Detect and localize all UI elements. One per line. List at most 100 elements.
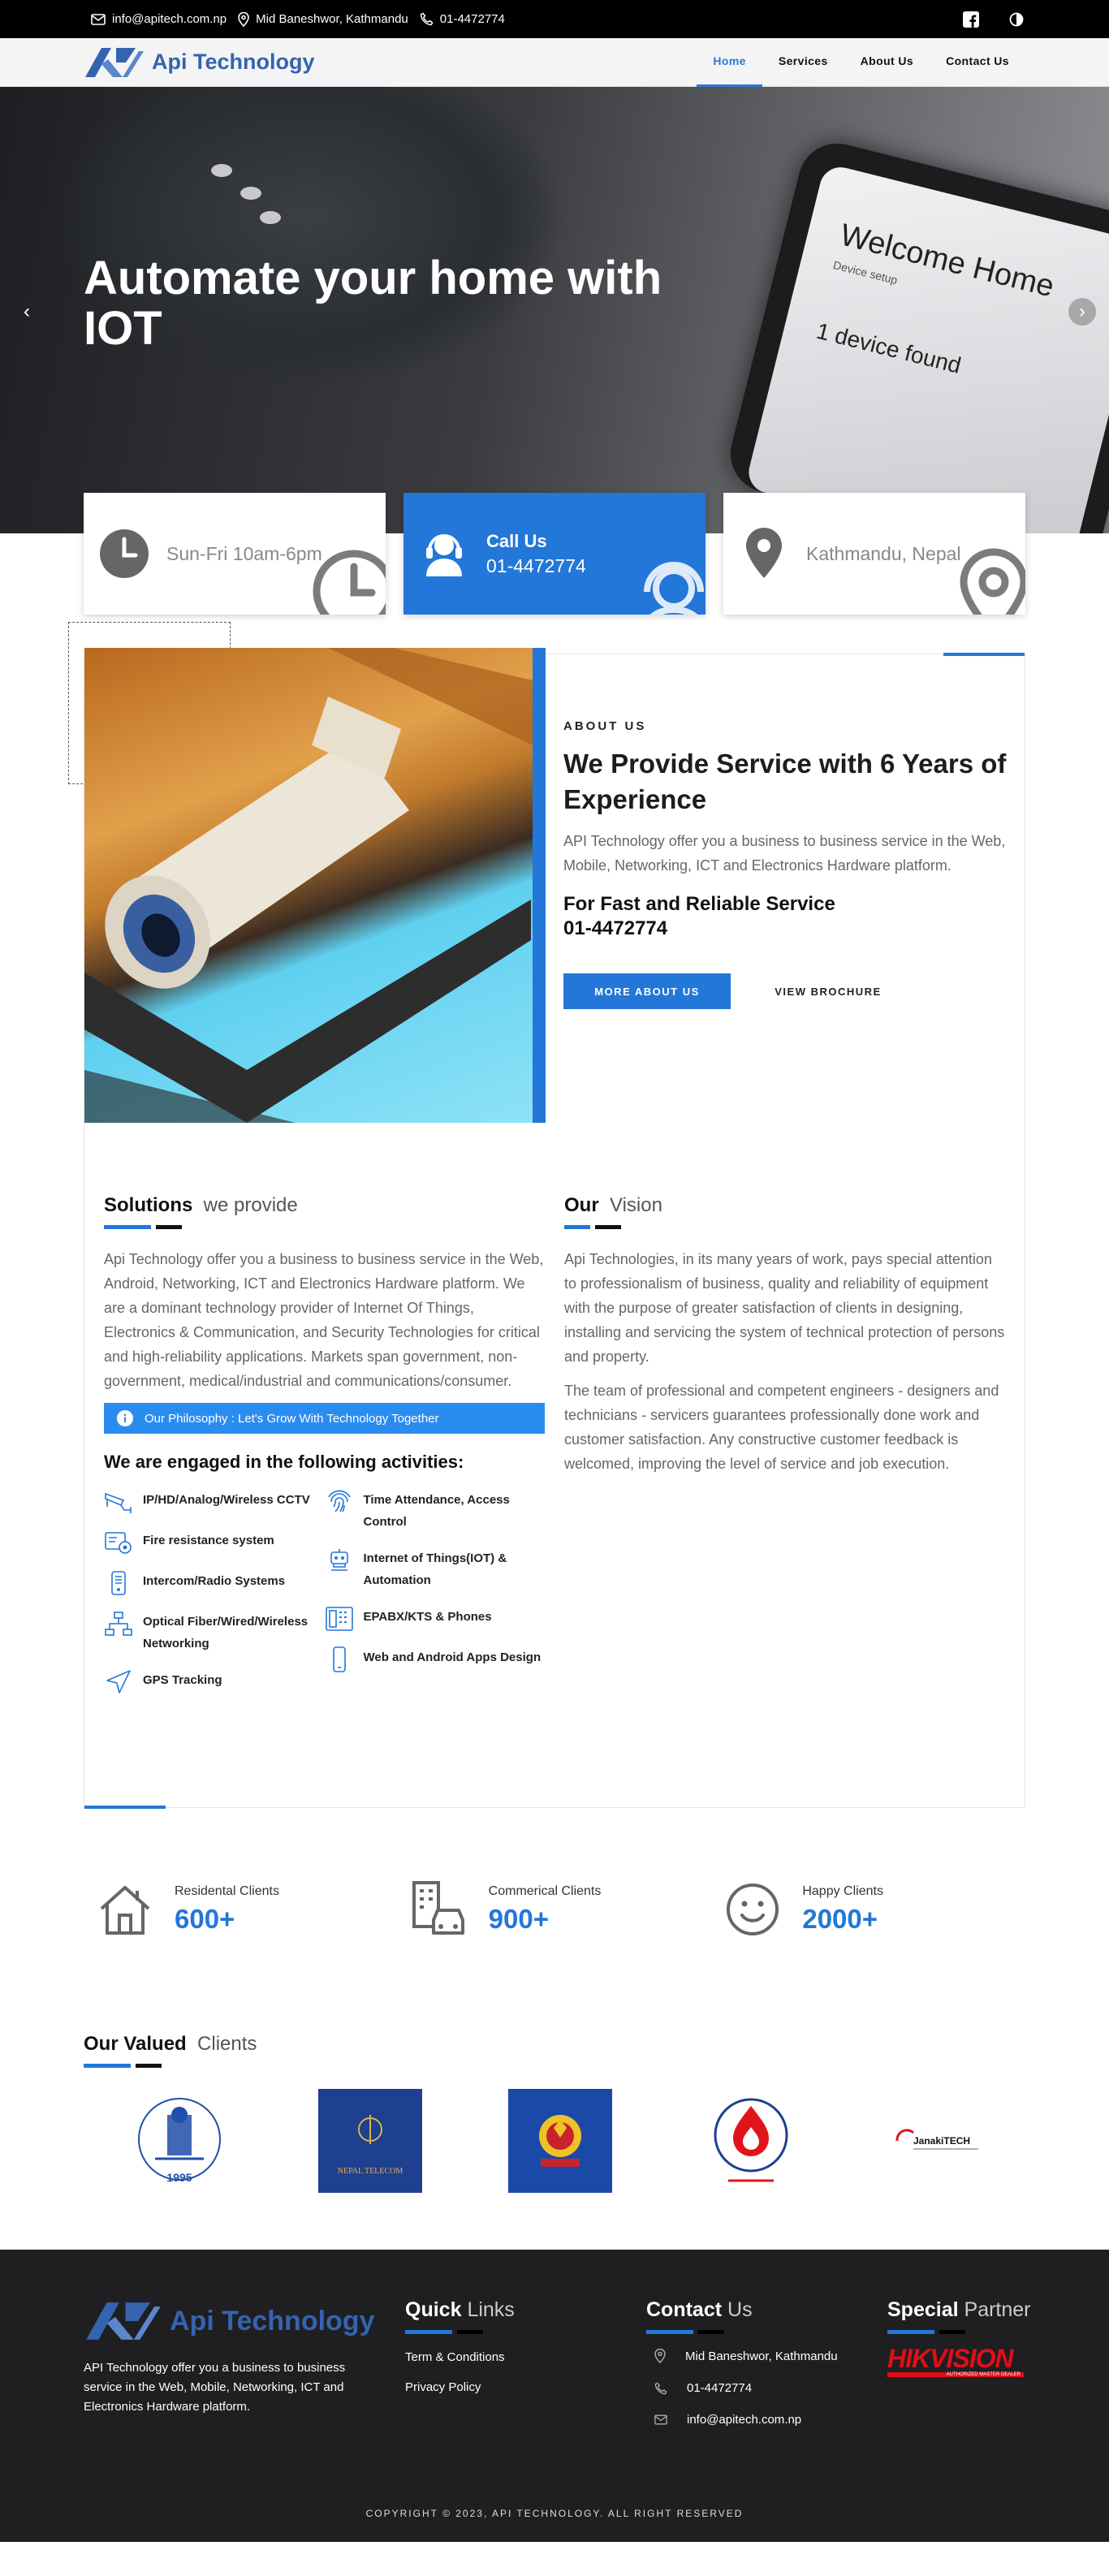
nepal-oil-logo (699, 2089, 803, 2193)
map-pin-icon (238, 11, 249, 27)
philosophy-banner: Our Philosophy : Let's Grow With Technol… (104, 1403, 545, 1434)
activities-right: Time Attendance, Access Control Internet… (325, 1489, 546, 1710)
nav-item-about[interactable]: About Us (844, 38, 930, 87)
topbar-address: Mid Baneshwor, Kathmandu (238, 11, 408, 27)
activity-item: Optical Fiber/Wired/Wireless Networking (104, 1611, 325, 1655)
hero-title: Automate your home with IOT (84, 252, 662, 355)
card-location: Kathmandu, Nepal (723, 493, 1025, 615)
contact-heading-bold: Contact (646, 2298, 723, 2321)
heading-underline (646, 2330, 887, 2334)
phone-icon (654, 2382, 667, 2394)
hero-phone-image: Welcome Home Device setup 1 device found (722, 135, 1109, 533)
nav-menu: Home Services About Us Contact Us (697, 38, 1025, 87)
about-reliable-phone: 01-4472774 (563, 917, 668, 939)
footer-link-terms[interactable]: Term & Conditions (405, 2350, 646, 2364)
map-pin-icon (746, 528, 782, 578)
activities-left: IP/HD/Analog/Wireless CCTV Fire resistan… (104, 1489, 325, 1710)
counter-value: 2000+ (802, 1904, 878, 1934)
phone-system-icon (325, 1607, 353, 1631)
solutions-heading: Solutions we provide (104, 1194, 545, 1217)
building-car-icon (412, 1881, 464, 1935)
site-footer: Api Technology API Technology offer you … (0, 2250, 1109, 2542)
clients-section: Our Valued Clients 1995 NEPAL TELECOM Ja… (0, 2033, 1109, 2193)
vision-heading-rest: Vision (610, 1194, 662, 1216)
about-bottom-accent (84, 1806, 166, 1809)
clients-heading-rest: Clients (197, 2033, 257, 2055)
nav-item-contact[interactable]: Contact Us (930, 38, 1025, 87)
activity-label: Fire resistance system (143, 1534, 274, 1547)
nav-item-home[interactable]: Home (697, 38, 762, 87)
phone-icon (420, 12, 434, 26)
vision-paragraph-2: The team of professional and competent e… (564, 1383, 999, 1472)
house-icon (100, 1886, 150, 1935)
activity-item: Internet of Things(IOT) & Automation (325, 1547, 546, 1591)
clients-heading: Our Valued Clients (84, 2033, 1025, 2056)
chevron-left-icon: ‹ (24, 300, 30, 322)
main-navbar: Api Technology Home Services About Us Co… (0, 38, 1109, 87)
counter-label: Happy Clients (802, 1884, 883, 1898)
slider-next-button[interactable]: › (1068, 298, 1096, 326)
pin-watermark-icon (960, 548, 1025, 615)
activity-label: EPABX/KTS & Phones (363, 1610, 492, 1624)
view-brochure-button[interactable]: VIEW BROCHURE (747, 973, 909, 1009)
footer-logo[interactable]: Api Technology (84, 2298, 405, 2344)
chevron-right-icon: › (1079, 300, 1085, 322)
about-eyebrow: ABOUT US (563, 719, 647, 733)
footer-link-privacy[interactable]: Privacy Policy (405, 2380, 646, 2394)
mail-icon (91, 13, 106, 25)
headset-icon (426, 534, 462, 576)
logo-text: JanakiTECH (913, 2135, 970, 2147)
network-icon (105, 1612, 132, 1636)
activity-item: GPS Tracking (104, 1669, 325, 1695)
clock-watermark-icon (313, 550, 386, 615)
heading-underline (84, 2064, 1025, 2068)
solutions-vision: Solutions we provide Api Technology offe… (104, 1194, 1005, 1710)
partner-heading-rest: Partner (964, 2298, 1031, 2321)
footer-email[interactable]: info@apitech.com.np (646, 2413, 887, 2427)
topbar-address-text: Mid Baneshwor, Kathmandu (256, 12, 408, 26)
cctv-icon (105, 1492, 132, 1513)
fingerprint-icon (327, 1490, 351, 1512)
heading-underline (104, 1225, 545, 1229)
stats-counters: Residental Clients 600+ Commerical Clien… (0, 1879, 1109, 1940)
headset-watermark-icon (644, 562, 704, 615)
heading-underline (887, 2330, 1025, 2334)
theme-toggle-icon[interactable] (1008, 11, 1025, 28)
activity-item: Web and Android Apps Design (325, 1646, 546, 1672)
topbar-phone-text: 01-4472774 (439, 12, 505, 26)
card-call[interactable]: Call Us 01-4472774 (403, 493, 706, 615)
footer-columns: Api Technology API Technology offer you … (0, 2250, 1109, 2444)
counter-value: 900+ (488, 1904, 550, 1934)
forum-women-law-logo: 1995 (127, 2089, 231, 2193)
vision-heading: Our Vision (564, 1194, 1005, 1217)
footer-quick-links: Quick Links Term & Conditions Privacy Po… (405, 2298, 646, 2444)
quick-links-heading-rest: Links (467, 2298, 515, 2321)
more-about-us-button[interactable]: MORE ABOUT US (563, 973, 731, 1009)
topbar-phone[interactable]: 01-4472774 (420, 12, 505, 26)
partner-heading-bold: Special (887, 2298, 959, 2321)
contact-list: Mid Baneshwor, Kathmandu 01-4472774 info… (646, 2349, 887, 2427)
activities-title: We are engaged in the following activiti… (104, 1452, 464, 1472)
partner-heading: Special Partner (887, 2298, 1031, 2322)
janaki-tech-logo: JanakiTECH (889, 2089, 993, 2193)
intercom-icon (111, 1571, 126, 1595)
activity-label: IP/HD/Analog/Wireless CCTV (143, 1493, 310, 1507)
counter-residential: Residental Clients 600+ (84, 1879, 398, 1940)
mobile-icon (332, 1646, 346, 1672)
logo-text: NEPAL TELECOM (337, 2167, 403, 2176)
quick-links-list: Term & Conditions Privacy Policy (405, 2350, 646, 2394)
facebook-icon[interactable] (962, 11, 980, 28)
nav-item-services[interactable]: Services (762, 38, 844, 87)
slider-prev-button[interactable]: ‹ (13, 298, 41, 326)
contact-heading: Contact Us (646, 2298, 887, 2322)
vision-heading-bold: Our (564, 1194, 599, 1216)
topbar-email[interactable]: info@apitech.com.np (91, 12, 227, 26)
solutions-heading-rest: we provide (203, 1194, 298, 1216)
vision-paragraph-1: Api Technologies, in its many years of w… (564, 1251, 1005, 1365)
counter-value: 600+ (175, 1904, 235, 1934)
nepal-telecom-logo: NEPAL TELECOM (317, 2089, 422, 2193)
site-logo[interactable]: Api Technology (84, 45, 315, 80)
card-hours-text: Sun-Fri 10am-6pm (166, 542, 322, 564)
card-hours: Sun-Fri 10am-6pm (84, 493, 386, 615)
footer-phone[interactable]: 01-4472774 (646, 2381, 887, 2395)
